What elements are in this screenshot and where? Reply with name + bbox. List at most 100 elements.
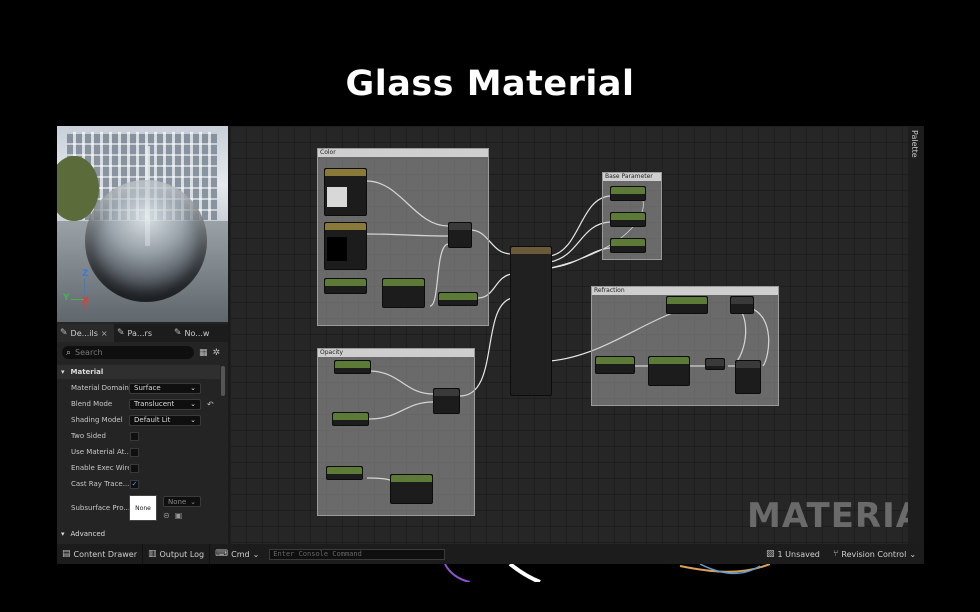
fresnel-node[interactable]	[382, 278, 425, 308]
multiply-node[interactable]	[705, 358, 725, 370]
reset-arrow-icon[interactable]: ↶	[207, 400, 214, 409]
lerp-node[interactable]	[735, 360, 761, 394]
dropdown-value: Translucent	[134, 400, 175, 408]
scalar-node[interactable]	[324, 278, 367, 294]
node-header	[325, 279, 366, 286]
node-header	[327, 467, 362, 474]
scalar-node[interactable]	[610, 238, 646, 253]
use-material-attributes-checkbox[interactable]	[130, 447, 139, 457]
prop-use-material-at: Use Material At...	[57, 444, 220, 460]
output-log-icon: ▥	[147, 549, 157, 559]
chevron-down-icon: ⌄	[190, 400, 196, 408]
tab-node-preview[interactable]: ✎ No...w	[171, 324, 228, 342]
gear-icon[interactable]: ✲	[213, 348, 221, 358]
palette-tab[interactable]: Palette	[908, 126, 924, 544]
content-drawer-button[interactable]: ▤ Content Drawer	[57, 544, 143, 564]
prop-cast-ray-trace: Cast Ray Trace... ✓	[57, 476, 220, 492]
scalar-node[interactable]	[326, 466, 363, 480]
prop-label: Two Sided	[71, 432, 106, 440]
node-header	[449, 223, 471, 230]
scalar-node[interactable]	[666, 296, 708, 314]
revision-control-button[interactable]: ⑂ Revision Control ⌄	[833, 544, 916, 564]
tab-parameters[interactable]: ✎ Pa...rs	[114, 324, 171, 342]
texture-node[interactable]	[324, 168, 367, 216]
prop-label: Enable Exec Wire	[71, 464, 129, 472]
cmd-dropdown[interactable]: ⌨ Cmd ⌄	[210, 544, 264, 564]
tab-details[interactable]: ✎ De...ils ×	[57, 324, 114, 342]
section-material[interactable]: ▾ Material	[57, 365, 220, 379]
lerp-node[interactable]	[448, 222, 472, 248]
node-header	[439, 293, 477, 300]
browse-arrow-icon[interactable]: ⊝	[163, 511, 170, 520]
dropdown-value: Surface	[134, 384, 161, 392]
scalar-node[interactable]	[332, 412, 369, 426]
node-header	[383, 279, 424, 286]
search-row: ⌕ Search ▦ ✲	[62, 346, 224, 359]
background-artwork	[444, 564, 770, 582]
lerp-node[interactable]	[730, 296, 754, 314]
subsurface-dropdown[interactable]: None ⌄	[163, 496, 201, 507]
search-input[interactable]: ⌕ Search	[62, 346, 194, 359]
blend-mode-dropdown[interactable]: Translucent ⌄	[129, 398, 201, 410]
prop-label: Use Material At...	[71, 448, 129, 456]
chevron-down-icon: ▾	[61, 368, 65, 376]
shading-model-dropdown[interactable]: Default Lit ⌄	[129, 414, 201, 426]
panel-tabs: ✎ De...ils × ✎ Pa...rs ✎ No...w	[57, 324, 228, 342]
section-material-label: Material	[70, 368, 104, 376]
material-graph[interactable]: Color Opacity Base Parameter Refraction …	[230, 126, 908, 544]
texture-node[interactable]	[324, 222, 367, 270]
material-watermark: MATERIAL	[747, 496, 908, 536]
section-advanced[interactable]: ▾ Advanced	[57, 527, 220, 541]
asset-buttons: ⊝ ▣	[163, 511, 201, 520]
two-sided-checkbox[interactable]	[130, 431, 139, 441]
chevron-down-icon: ⌄	[252, 549, 260, 559]
main-material-node[interactable]	[510, 246, 552, 396]
cmd-label: Cmd	[231, 549, 250, 559]
scalar-node[interactable]	[595, 356, 635, 374]
output-log-button[interactable]: ▥ Output Log	[143, 544, 211, 564]
prop-blend-mode: Blend Mode Translucent ⌄ ↶	[57, 396, 220, 412]
console-input[interactable]: Enter Console Command	[269, 548, 446, 560]
node-header	[649, 357, 689, 364]
enable-exec-wire-checkbox[interactable]	[130, 463, 139, 473]
table-view-icon[interactable]: ▦	[199, 348, 208, 358]
prop-label: Blend Mode	[71, 400, 113, 408]
prop-label: Cast Ray Trace...	[71, 480, 129, 488]
close-icon[interactable]: ×	[101, 329, 108, 338]
node-header	[596, 357, 634, 364]
status-bar: ▤ Content Drawer ▥ Output Log ⌨ Cmd ⌄ En…	[57, 544, 924, 564]
node-header	[731, 297, 753, 304]
node-header	[511, 247, 551, 254]
scalar-node[interactable]	[334, 360, 371, 374]
chevron-down-icon: ⌄	[190, 384, 196, 392]
subsurface-swatch[interactable]: None	[129, 495, 157, 521]
output-log-label: Output Log	[159, 549, 205, 559]
revision-control-label: Revision Control	[841, 549, 907, 559]
fresnel-node[interactable]	[390, 474, 433, 504]
properties-scrollbar[interactable]	[221, 366, 225, 396]
cast-ray-traced-shadows-checkbox[interactable]: ✓	[130, 479, 139, 489]
chevron-down-icon: ⌄	[190, 416, 196, 424]
unsaved-button[interactable]: ▨ 1 Unsaved	[766, 544, 820, 564]
preview-viewport[interactable]: Z Y X	[57, 126, 228, 322]
scalar-node[interactable]	[610, 212, 646, 227]
folder-icon[interactable]: ▣	[175, 511, 183, 520]
scalar-node[interactable]	[610, 186, 646, 201]
lerp-node[interactable]	[433, 388, 460, 414]
dropdown-value: None	[168, 497, 187, 506]
chevron-down-icon: ⌄	[190, 497, 196, 506]
prop-shading-model: Shading Model Default Lit ⌄	[57, 412, 220, 428]
node-header	[736, 361, 760, 368]
node-header	[391, 475, 432, 482]
node-header	[611, 213, 645, 220]
material-editor-window: Z Y X ✎ De...ils × ✎ Pa...rs ✎ No...w ⌕ …	[57, 126, 924, 564]
terminal-icon: ⌨	[215, 549, 229, 559]
comment-title: Color	[318, 149, 488, 157]
scalar-node[interactable]	[438, 292, 478, 306]
material-domain-dropdown[interactable]: Surface ⌄	[129, 382, 201, 394]
fresnel-node[interactable]	[648, 356, 690, 386]
search-placeholder: Search	[75, 348, 103, 357]
section-advanced-label: Advanced	[70, 530, 106, 538]
pencil-icon: ✎	[174, 328, 182, 338]
axis-z-label: Z	[82, 269, 89, 279]
